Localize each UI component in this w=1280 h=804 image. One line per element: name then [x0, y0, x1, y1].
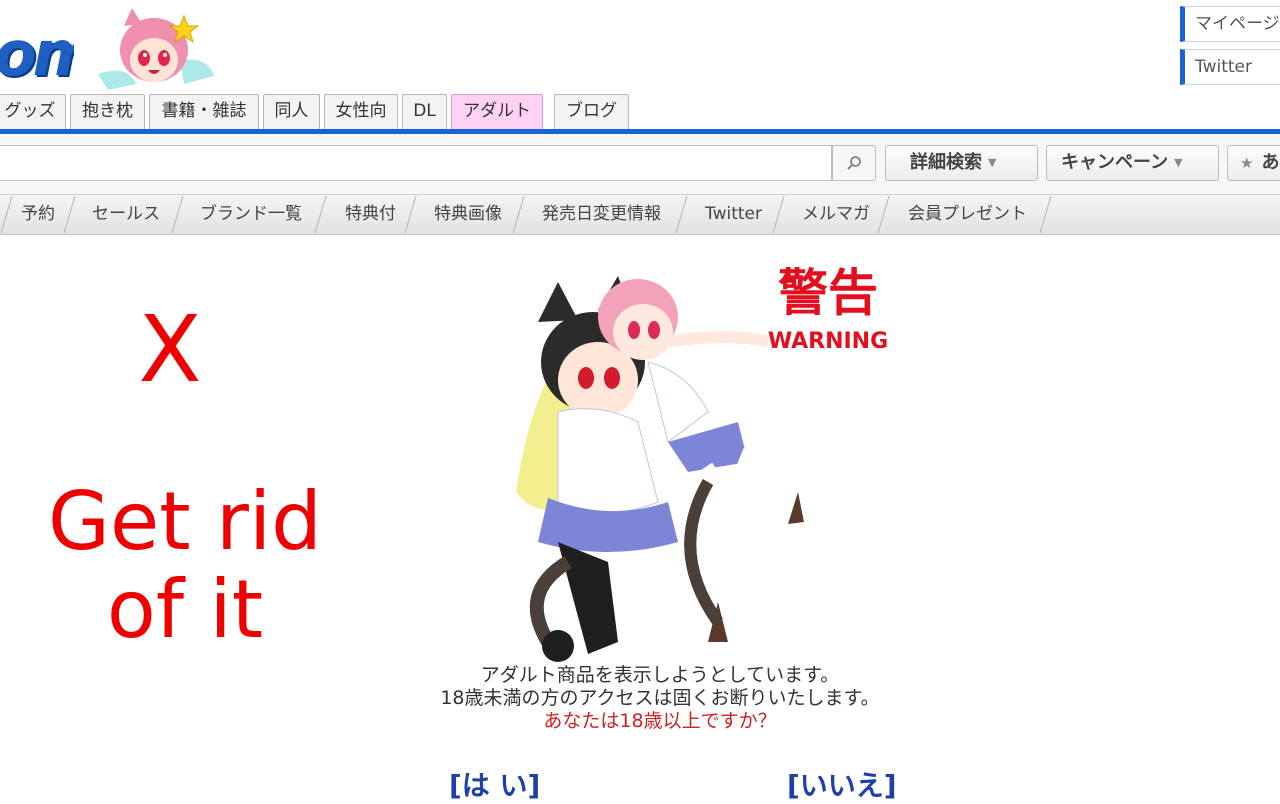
subnav-brands[interactable]: ブランド一覧 — [200, 195, 302, 234]
sub-navigation: 予約 セールス ブランド一覧 特典付 特典画像 発売日変更情報 Twitter … — [0, 194, 1280, 235]
search-input[interactable] — [0, 145, 832, 181]
age-yes-link[interactable]: [は い] — [449, 764, 540, 804]
mascot-logo[interactable] — [88, 4, 220, 92]
detail-search-button[interactable]: 詳細検索 ▼ — [885, 145, 1038, 181]
favorite-label: あ — [1261, 152, 1280, 173]
search-icon — [847, 156, 861, 170]
age-warning-text: アダルト商品を表示しようとしています。 18歳未満の方のアクセスは固くお断りいた… — [350, 664, 970, 733]
detail-search-label: 詳細検索 — [910, 152, 982, 173]
subnav-member-gift[interactable]: 会員プレゼント — [908, 195, 1027, 234]
search-bar: 詳細検索 ▼ キャンペーン ▼ ★ あ — [0, 134, 1280, 194]
campaign-button[interactable]: キャンペーン ▼ — [1046, 145, 1219, 181]
favorite-button[interactable]: ★ あ — [1227, 145, 1280, 181]
chevron-down-icon: ▼ — [1174, 156, 1183, 169]
tab-blog[interactable]: ブログ — [554, 94, 629, 129]
site-logo[interactable]: om — [0, 24, 74, 84]
warning-title: 警告 — [778, 264, 878, 322]
warning-subtitle: WARNING — [768, 329, 888, 354]
subnav-bonus-images[interactable]: 特典画像 — [434, 195, 502, 234]
subnav-sales[interactable]: セールス — [92, 195, 160, 234]
tab-doujin[interactable]: 同人 — [263, 94, 320, 129]
warning-line-1: アダルト商品を表示しようとしています。 — [480, 664, 840, 686]
subnav-twitter[interactable]: Twitter — [705, 195, 762, 234]
warning-illustration: 警告 WARNING — [516, 264, 888, 662]
subnav-release-changes[interactable]: 発売日変更情報 — [542, 195, 661, 234]
chevron-down-icon: ▼ — [988, 156, 997, 169]
star-icon: ★ — [1240, 154, 1254, 172]
annotation-message: Get rid of it — [48, 475, 322, 656]
subnav-mailmag[interactable]: メルマガ — [802, 195, 870, 234]
mypage-link[interactable]: マイページ — [1180, 6, 1280, 42]
twitter-link[interactable]: Twitter — [1180, 49, 1280, 85]
subnav-bonus[interactable]: 特典付 — [345, 195, 396, 234]
search-button[interactable] — [832, 145, 876, 181]
campaign-label: キャンペーン — [1061, 152, 1169, 173]
annotation-x-mark: X — [138, 296, 202, 403]
subnav-reserve[interactable]: 予約 — [21, 195, 55, 234]
tab-adult[interactable]: アダルト — [451, 94, 543, 129]
age-question: あなたは18歳以上ですか？ — [543, 710, 777, 732]
tab-pillow[interactable]: 抱き枕 — [70, 94, 145, 129]
tab-goods[interactable]: グッズ — [0, 94, 66, 129]
tab-books[interactable]: 書籍・雑誌 — [149, 94, 259, 129]
tab-female[interactable]: 女性向 — [324, 94, 398, 129]
tab-dl[interactable]: DL — [402, 94, 447, 129]
age-no-link[interactable]: [いいえ] — [787, 764, 897, 804]
warning-line-2: 18歳未満の方のアクセスは固くお断りいたします。 — [440, 687, 880, 709]
